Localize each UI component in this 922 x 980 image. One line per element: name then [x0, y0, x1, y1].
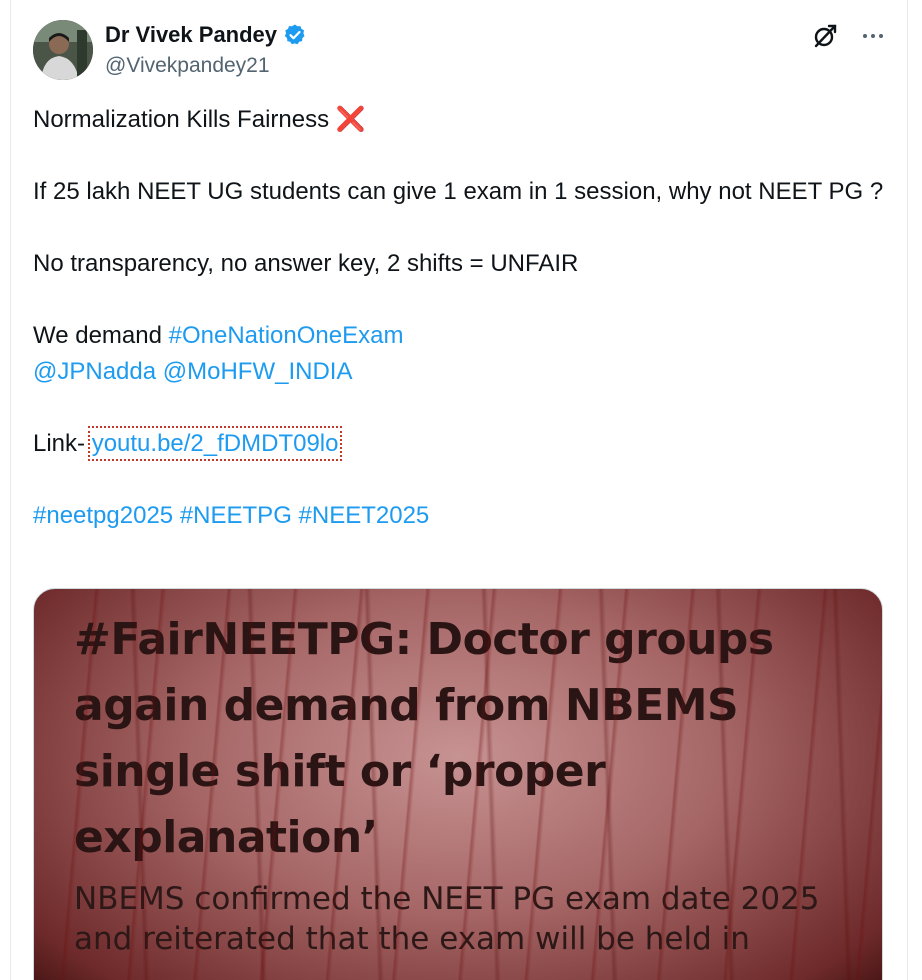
- more-icon[interactable]: [859, 22, 887, 50]
- tweet-line-question: If 25 lakh NEET UG students can give 1 e…: [33, 178, 884, 205]
- grok-icon[interactable]: [811, 22, 839, 50]
- youtube-link[interactable]: youtu.be/2_fDMDT09lo: [87, 426, 343, 461]
- hashtag-neet2025[interactable]: #NEET2025: [299, 502, 430, 529]
- verified-badge-icon: [283, 23, 307, 47]
- tweet-text: Normalization Kills Fairness ❌ If 25 lak…: [33, 102, 893, 570]
- media-body-text: NBEMS confirmed the NEET PG exam date 20…: [74, 881, 820, 957]
- tweet-line-hashtags: #neetpg2025 #NEETPG #NEET2025: [33, 498, 893, 534]
- link-prefix: Link-: [33, 430, 92, 457]
- tweet-headline-text: Normalization Kills Fairness: [33, 106, 330, 133]
- mention-jpnadda[interactable]: @JPNadda: [33, 358, 156, 385]
- tweet-media-image[interactable]: #FairNEETPG: Doctor groups again demand …: [33, 588, 883, 980]
- tweet-line-demand: We demand #OneNationOneExam @JPNadda @Mo…: [33, 318, 893, 390]
- demand-prefix: We demand: [33, 322, 169, 349]
- header-actions: [811, 22, 887, 50]
- cross-mark-icon: ❌: [335, 106, 366, 133]
- hashtag-neetpg2025[interactable]: #neetpg2025: [33, 502, 173, 529]
- author-handle[interactable]: @Vivekpandey21: [105, 54, 270, 78]
- tweet-card: Dr Vivek Pandey @Vivekpandey21 Normaliza…: [10, 0, 908, 980]
- mention-mohfw[interactable]: @MoHFW_INDIA: [163, 358, 353, 385]
- tweet-line-headline: Normalization Kills Fairness ❌: [33, 102, 893, 138]
- hashtag-onenationoneexam[interactable]: #OneNationOneExam: [169, 322, 404, 349]
- avatar[interactable]: [33, 20, 93, 80]
- tweet-line-complaint: No transparency, no answer key, 2 shifts…: [33, 250, 579, 277]
- hashtag-neetpg[interactable]: #NEETPG: [180, 502, 292, 529]
- media-headline: #FairNEETPG: Doctor groups again demand …: [74, 614, 774, 863]
- author-name-row: Dr Vivek Pandey: [105, 22, 307, 48]
- tweet-line-link: Link- youtu.be/2_fDMDT09lo: [33, 426, 893, 462]
- author-name[interactable]: Dr Vivek Pandey: [105, 22, 277, 48]
